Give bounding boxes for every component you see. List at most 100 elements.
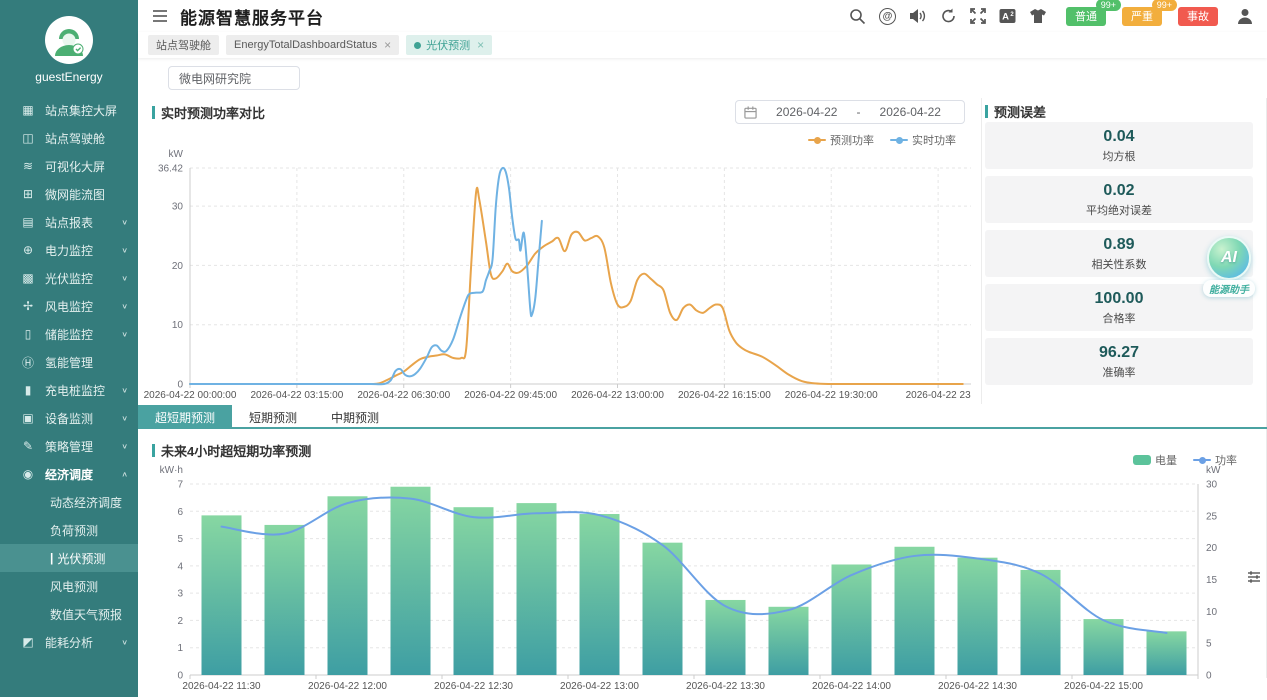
svg-text:30: 30 [172, 202, 184, 213]
compare-section-title: 实时预测功率对比 [152, 103, 265, 122]
sidebar-item-dynamic-dispatch[interactable]: 动态经济调度 [0, 488, 138, 516]
visualization-icon: ≋ [20, 159, 36, 173]
user-icon[interactable] [1237, 8, 1253, 24]
sidebar-item-label: 策略管理 [45, 438, 121, 455]
compare-chart[interactable]: 010203036.42kW2026-04-22 00:00:002026-04… [144, 146, 979, 409]
svg-text:20: 20 [172, 261, 184, 272]
sidebar-item-pv-monitor[interactable]: ▩光伏监控∨ [0, 264, 138, 292]
sidebar-item-station-screen[interactable]: ▦站点集控大屏 [0, 96, 138, 124]
station-select[interactable]: 微电网研究院 [168, 66, 300, 90]
future-title-text: 未来4小时超短期功率预测 [161, 441, 311, 460]
sidebar-item-energy-flow[interactable]: ⊞微网能流图 [0, 180, 138, 208]
sidebar-item-wind-forecast[interactable]: 风电预测 [0, 572, 138, 600]
sidebar-item-label: 站点驾驶舱 [45, 130, 128, 147]
close-icon[interactable]: × [384, 38, 391, 52]
svg-text:kW·h: kW·h [160, 465, 183, 476]
ai-assistant-button[interactable]: AI 能源助手 [1199, 236, 1259, 298]
title-accent-bar [152, 444, 155, 457]
forecast-tab-1[interactable]: 短期预测 [232, 405, 314, 429]
date-start[interactable]: 2026-04-22 [761, 105, 853, 119]
alarm-label: 事故 [1187, 8, 1209, 24]
avatar[interactable] [45, 16, 93, 64]
legend-line-marker [890, 139, 908, 141]
sidebar-item-device-monitor[interactable]: ▣设备监测∨ [0, 404, 138, 432]
svg-text:5: 5 [1206, 639, 1212, 650]
forecast-tab-0[interactable]: 超短期预测 [138, 405, 232, 429]
sidebar-item-wind-monitor[interactable]: ✢风电监控∨ [0, 292, 138, 320]
ai-assistant-label: 能源助手 [1203, 280, 1255, 297]
search-icon[interactable] [849, 8, 866, 25]
svg-text:kW: kW [169, 149, 184, 160]
sidebar-item-hydrogen[interactable]: Ⓗ氢能管理 [0, 348, 138, 376]
metric-label: 合格率 [1103, 310, 1136, 326]
sidebar-item-station-report[interactable]: ▤站点报表∨ [0, 208, 138, 236]
sidebar-item-visual-screen[interactable]: ≋可视化大屏 [0, 152, 138, 180]
sidebar-item-label: 电力监控 [45, 242, 121, 259]
metric-value: 0.02 [1103, 182, 1134, 200]
svg-text:1: 1 [177, 643, 183, 654]
future-section-title: 未来4小时超短期功率预测 [152, 441, 311, 460]
svg-text:10: 10 [172, 320, 184, 331]
sidebar-item-strategy[interactable]: ✎策略管理∨ [0, 432, 138, 460]
svg-text:0: 0 [177, 671, 183, 682]
svg-text:A: A [1002, 12, 1009, 23]
svg-text:36.42: 36.42 [158, 164, 183, 175]
chevron-down-icon: ∨ [121, 302, 128, 311]
sidebar-nav: ▦站点集控大屏◫站点驾驶舱≋可视化大屏⊞微网能流图 ▤ 站点报表 ∨ ⊕ 电力监控 ∨ ▩光伏… [0, 96, 138, 656]
report-icon: ▤ [20, 215, 36, 229]
metric-value: 96.27 [1099, 344, 1139, 362]
date-end[interactable]: 2026-04-22 [865, 105, 957, 119]
tab-label: EnergyTotalDashboardStatus [234, 39, 377, 51]
strategy-icon: ✎ [20, 439, 36, 453]
sidebar-item-station-cockpit[interactable]: ◫站点驾驶舱 [0, 124, 138, 152]
service-center-icon[interactable]: @ [879, 8, 896, 25]
svg-text:10: 10 [1206, 607, 1218, 618]
sidebar-item-load-forecast[interactable]: 负荷预测 [0, 516, 138, 544]
date-range-picker[interactable]: 2026-04-22 - 2026-04-22 [735, 100, 965, 124]
legend-line-marker [1193, 459, 1211, 461]
svg-text:0: 0 [177, 380, 183, 391]
tab-pv-forecast[interactable]: 光伏预测× [406, 35, 492, 55]
svg-text:2026-04-22 11:30: 2026-04-22 11:30 [182, 681, 261, 692]
svg-text:2026-04-22 00:00:00: 2026-04-22 00:00:00 [144, 390, 237, 401]
close-icon[interactable]: × [477, 38, 484, 52]
sidebar-item-weather-forecast[interactable]: 数值天气预报 [0, 600, 138, 628]
svg-text:2: 2 [177, 616, 183, 627]
alarm-badge-severe[interactable]: 严重99+ [1122, 7, 1162, 26]
chart-toolbox-icon[interactable] [1247, 570, 1261, 589]
menu-toggle-icon[interactable] [152, 9, 168, 23]
alarm-badge-accident[interactable]: 事故 [1178, 7, 1218, 26]
sidebar-item-pv-forecast[interactable]: |光伏预测 [0, 544, 138, 572]
sidebar-item-charging-pile[interactable]: ▮充电桩监控∨ [0, 376, 138, 404]
svg-text:30: 30 [1206, 480, 1218, 491]
chevron-down-icon: ∨ [121, 386, 128, 395]
forecast-tab-2[interactable]: 中期预测 [314, 405, 396, 429]
sidebar-item-storage-monitor[interactable]: ▯储能监控∨ [0, 320, 138, 348]
sidebar-item-economic-dispatch[interactable]: ◉经济调度∧ [0, 460, 138, 488]
tab-station-cockpit[interactable]: 站点驾驶舱 [148, 35, 219, 55]
alarm-badge-normal[interactable]: 普通99+ [1066, 7, 1106, 26]
future-chart[interactable]: 01234567051015202530kW·hkW2026-04-22 11:… [146, 462, 1246, 700]
sidebar: guestEnergy ▦站点集控大屏◫站点驾驶舱≋可视化大屏⊞微网能流图▤站点… [0, 0, 138, 697]
tab-strip: 站点驾驶舱EnergyTotalDashboardStatus×光伏预测× [138, 32, 1267, 58]
sidebar-item-label: 站点报表 [45, 214, 121, 231]
sound-icon[interactable] [909, 8, 927, 24]
chevron-up-icon: ∧ [121, 470, 128, 479]
tab-label: 站点驾驶舱 [156, 37, 211, 53]
sidebar-item-power-monitor[interactable]: ⊕电力监控∨ [0, 236, 138, 264]
power-monitor-icon: ⊕ [20, 243, 36, 257]
app-title: 能源智慧服务平台 [180, 4, 324, 29]
legend-line-marker [808, 139, 826, 141]
metric-value: 0.89 [1103, 236, 1134, 254]
tab-energy-dashboard[interactable]: EnergyTotalDashboardStatus × [226, 35, 399, 55]
svg-text:2026-04-22 15:00: 2026-04-22 15:00 [1064, 681, 1143, 692]
sidebar-item-energy-analysis[interactable]: ◩能耗分析∨ [0, 628, 138, 656]
fullscreen-icon[interactable] [970, 8, 986, 24]
svg-text:2026-04-22 12:30: 2026-04-22 12:30 [434, 681, 513, 692]
refresh-icon[interactable] [940, 8, 957, 24]
sidebar-item-label: 光伏监控 [45, 270, 121, 287]
theme-icon[interactable] [1029, 8, 1047, 24]
font-size-icon[interactable]: A2 [999, 8, 1016, 24]
metric-card: 0.02平均绝对误差 [985, 176, 1253, 223]
svg-text:7: 7 [177, 480, 183, 491]
